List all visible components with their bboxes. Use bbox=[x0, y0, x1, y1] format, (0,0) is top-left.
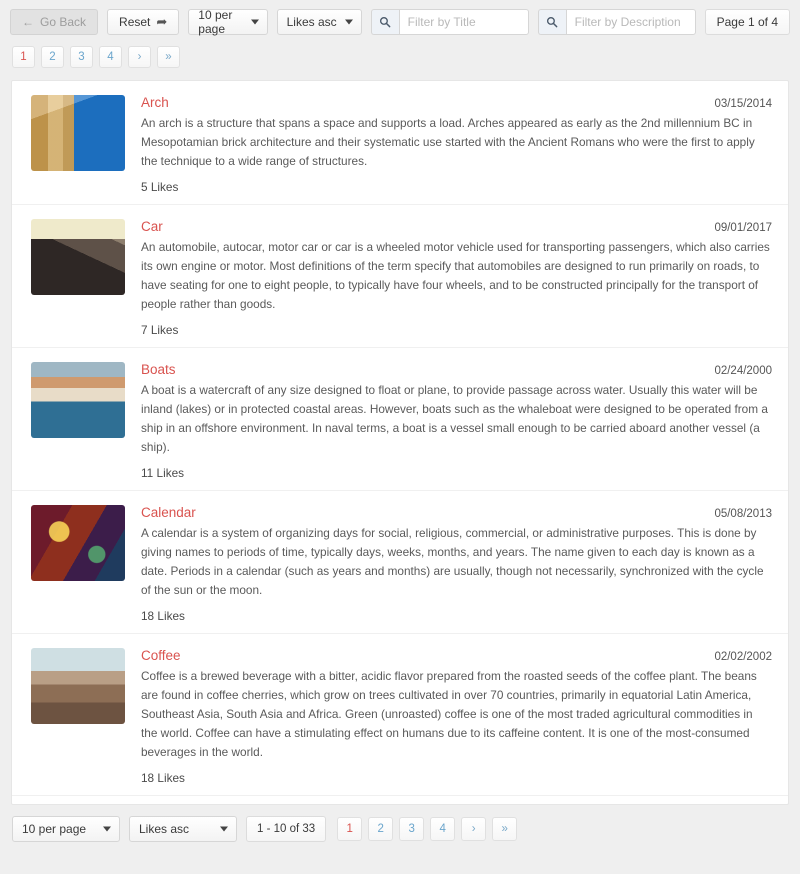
item-likes: 7 Likes bbox=[141, 323, 179, 337]
bottom-page-button-4[interactable]: 4 bbox=[430, 817, 456, 841]
item-description: An arch is a structure that spans a spac… bbox=[141, 116, 755, 168]
description-filter-input[interactable] bbox=[565, 9, 696, 35]
search-icon[interactable] bbox=[370, 9, 399, 35]
item-likes: 11 Likes bbox=[141, 466, 185, 480]
item-title-link[interactable]: Boats bbox=[141, 362, 176, 377]
sort-select[interactable]: Likes asc bbox=[276, 9, 362, 35]
item-likes: 5 Likes bbox=[141, 180, 179, 194]
chevron-down-icon bbox=[250, 19, 259, 25]
item-title-link[interactable]: Coffee bbox=[141, 648, 181, 663]
go-back-button[interactable]: Go Back bbox=[10, 9, 99, 35]
page-button-2[interactable]: 2 bbox=[41, 46, 64, 68]
arch-thumbnail bbox=[31, 95, 125, 171]
arrow-left-icon bbox=[22, 15, 34, 29]
reset-label: Reset bbox=[119, 15, 151, 29]
coffee-thumbnail bbox=[31, 648, 125, 724]
item-title-link[interactable]: Arch bbox=[141, 95, 169, 110]
reset-arrow-icon bbox=[156, 14, 167, 30]
last-page-button[interactable]: » bbox=[157, 46, 180, 68]
list-item[interactable]: Pseudanthium 01/11/2011 A pseudanthium (… bbox=[12, 796, 788, 804]
per-page-select[interactable]: 10 per page bbox=[188, 8, 268, 36]
search-icon[interactable] bbox=[537, 9, 566, 35]
calendar-thumbnail bbox=[31, 505, 125, 581]
list-item-body: Boats 02/24/2000 A boat is a watercraft … bbox=[141, 362, 772, 480]
bottom-page-button-2[interactable]: 2 bbox=[368, 817, 394, 841]
item-description: A boat is a watercraft of any size desig… bbox=[141, 383, 768, 454]
chevron-down-icon bbox=[220, 826, 228, 832]
page-button-3[interactable]: 3 bbox=[70, 46, 93, 68]
bottom-sort-value: Likes asc bbox=[139, 822, 190, 836]
bottom-next-page-button[interactable]: › bbox=[461, 817, 487, 841]
bottom-pagination: 1 2 3 4 › » bbox=[337, 817, 518, 841]
item-likes: 18 Likes bbox=[141, 609, 185, 623]
list-item[interactable]: Coffee 02/02/2002 Coffee is a brewed bev… bbox=[12, 634, 788, 796]
list-item-body: Calendar 05/08/2013 A calendar is a syst… bbox=[141, 505, 772, 623]
item-description: An automobile, autocar, motor car or car… bbox=[141, 240, 770, 311]
bottom-per-page-value: 10 per page bbox=[22, 822, 87, 836]
page-button-4[interactable]: 4 bbox=[99, 46, 122, 68]
chevron-down-icon bbox=[344, 19, 353, 25]
list-item-header: Car 09/01/2017 bbox=[141, 219, 772, 234]
car-thumbnail bbox=[31, 219, 125, 295]
list-item[interactable]: Calendar 05/08/2013 A calendar is a syst… bbox=[12, 491, 788, 634]
item-date: 09/01/2017 bbox=[714, 222, 772, 234]
item-description: Coffee is a brewed beverage with a bitte… bbox=[141, 669, 757, 759]
reset-button[interactable]: Reset bbox=[107, 9, 180, 35]
list-item[interactable]: Car 09/01/2017 An automobile, autocar, m… bbox=[12, 205, 788, 348]
bottom-last-page-button[interactable]: » bbox=[492, 817, 518, 841]
title-filter-input[interactable] bbox=[398, 9, 529, 35]
bottom-per-page-select[interactable]: 10 per page bbox=[12, 816, 120, 842]
bottom-sort-select[interactable]: Likes asc bbox=[129, 816, 237, 842]
list-item-body: Coffee 02/02/2002 Coffee is a brewed bev… bbox=[141, 648, 772, 785]
bottom-page-button-1[interactable]: 1 bbox=[337, 817, 363, 841]
go-back-label: Go Back bbox=[40, 15, 87, 29]
list-item-body: Arch 03/15/2014 An arch is a structure t… bbox=[141, 95, 772, 194]
title-filter-group bbox=[370, 9, 529, 35]
sort-value: Likes asc bbox=[286, 15, 337, 29]
list-item-body: Car 09/01/2017 An automobile, autocar, m… bbox=[141, 219, 772, 337]
results-panel: Arch 03/15/2014 An arch is a structure t… bbox=[11, 80, 789, 805]
list-item-header: Arch 03/15/2014 bbox=[141, 95, 772, 110]
item-likes: 18 Likes bbox=[141, 771, 185, 785]
page-button-1[interactable]: 1 bbox=[12, 46, 35, 68]
top-pagination: 1 2 3 4 › » bbox=[0, 36, 800, 68]
bottom-toolbar: 10 per page Likes asc 1 - 10 of 33 1 2 3… bbox=[0, 805, 800, 842]
page-indicator: Page 1 of 4 bbox=[704, 9, 790, 35]
list-item-header: Calendar 05/08/2013 bbox=[141, 505, 772, 520]
item-date: 02/02/2002 bbox=[714, 651, 772, 663]
list-item[interactable]: Boats 02/24/2000 A boat is a watercraft … bbox=[12, 348, 788, 491]
item-title-link[interactable]: Calendar bbox=[141, 505, 196, 520]
bottom-page-button-3[interactable]: 3 bbox=[399, 817, 425, 841]
next-page-button[interactable]: › bbox=[128, 46, 151, 68]
description-filter-group bbox=[537, 9, 696, 35]
list-item[interactable]: Arch 03/15/2014 An arch is a structure t… bbox=[12, 81, 788, 205]
item-description: A calendar is a system of organizing day… bbox=[141, 526, 764, 597]
list-item-header: Boats 02/24/2000 bbox=[141, 362, 772, 377]
per-page-value: 10 per page bbox=[198, 8, 233, 36]
item-date: 05/08/2013 bbox=[714, 508, 772, 520]
result-range-label: 1 - 10 of 33 bbox=[246, 816, 327, 842]
list-item-header: Coffee 02/02/2002 bbox=[141, 648, 772, 663]
boats-thumbnail bbox=[31, 362, 125, 438]
item-date: 03/15/2014 bbox=[714, 98, 772, 110]
item-title-link[interactable]: Car bbox=[141, 219, 163, 234]
top-toolbar: Go Back Reset 10 per page Likes asc Pa bbox=[0, 0, 800, 36]
item-date: 02/24/2000 bbox=[714, 365, 772, 377]
chevron-down-icon bbox=[103, 826, 111, 832]
